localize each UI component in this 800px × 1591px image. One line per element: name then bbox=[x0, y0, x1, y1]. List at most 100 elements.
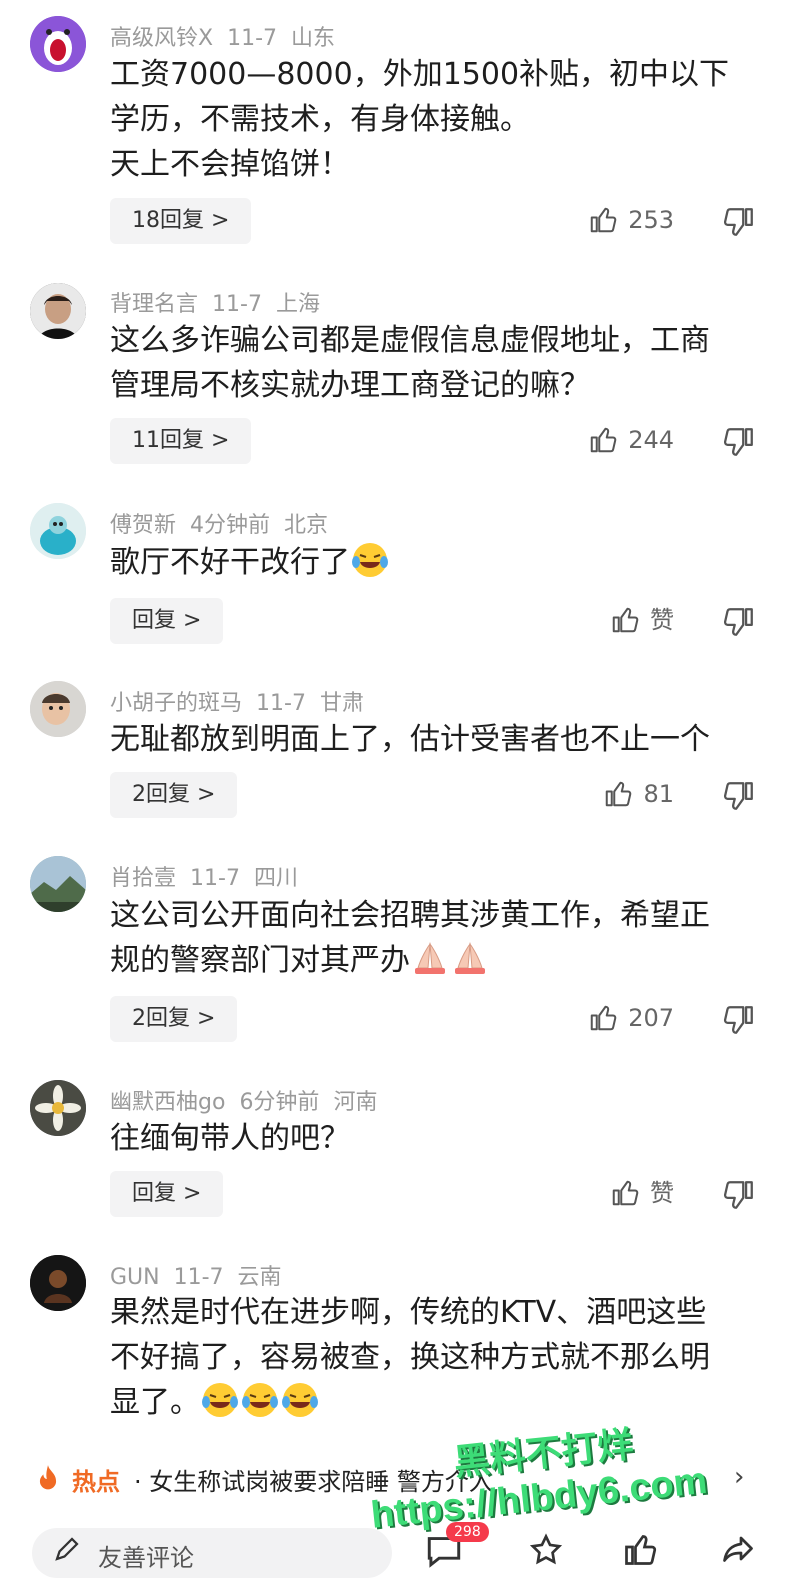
username[interactable]: 幽默西柚go bbox=[110, 1090, 225, 1115]
comment-text: 往缅甸带人的吧？ bbox=[110, 1116, 760, 1161]
username[interactable]: 小胡子的斑马 bbox=[110, 691, 242, 716]
comment-line: 无耻都放到明面上了，估计受害者也不止一个 bbox=[110, 722, 710, 757]
laughing-crying-emoji-icon bbox=[352, 543, 388, 577]
view-replies-button[interactable]: 2回复 > bbox=[110, 996, 238, 1042]
chevron-right-icon[interactable]: › bbox=[734, 1462, 744, 1492]
comment-location: 上海 bbox=[275, 292, 320, 317]
comment-meta: 幽默西柚go 6分钟前 河南 bbox=[110, 1084, 391, 1116]
screaming-face-avatar-image bbox=[30, 16, 86, 72]
bottom-action-bar: 友善评论 298 bbox=[0, 1516, 800, 1578]
comment-line: 显了。 bbox=[110, 1385, 200, 1420]
comment-meta: 肖拾壹 11-7 四川 bbox=[110, 860, 312, 892]
comment-location: 甘肃 bbox=[319, 691, 364, 716]
comment-text: 这么多诈骗公司都是虚假信息虚假地址，工商 管理局不核实就办理工商登记的嘛？ bbox=[110, 318, 760, 408]
thumbs-up-icon bbox=[590, 207, 617, 233]
view-replies-button[interactable]: 11回复 > bbox=[110, 418, 252, 464]
thumbs-down-icon[interactable] bbox=[722, 602, 756, 642]
thumbs-up-icon bbox=[590, 1005, 617, 1031]
username[interactable]: 肖拾壹 bbox=[110, 866, 176, 891]
comment-date: 4分钟前 bbox=[190, 513, 271, 538]
man-portrait-avatar-image bbox=[30, 283, 86, 339]
thumbs-down-icon[interactable] bbox=[722, 1000, 756, 1040]
comment-location: 四川 bbox=[253, 866, 298, 891]
comment-meta: GUN 11-7 云南 bbox=[110, 1259, 296, 1291]
avatar[interactable] bbox=[30, 681, 86, 737]
comment-date: 6分钟前 bbox=[239, 1090, 320, 1115]
like-button[interactable]: 赞 bbox=[610, 1173, 674, 1213]
comment-location: 山东 bbox=[291, 26, 336, 51]
comment-line: 不好搞了，容易被查，换这种方式就不那么明 bbox=[110, 1340, 710, 1375]
comment-location: 云南 bbox=[237, 1265, 282, 1290]
comment-line: 规的警察部门对其严办 bbox=[110, 943, 410, 978]
comment-text: 歌厅不好干改行了 bbox=[110, 540, 760, 585]
thumbs-up-icon bbox=[590, 427, 617, 453]
username[interactable]: 高级风铃X bbox=[110, 26, 213, 51]
comment-line: 这么多诈骗公司都是虚假信息虚假地址，工商 bbox=[110, 323, 710, 358]
like-count: 207 bbox=[628, 1004, 674, 1032]
comment-location: 北京 bbox=[284, 513, 329, 538]
like-button[interactable]: 253 bbox=[588, 200, 674, 240]
comment-line: 这公司公开面向社会招聘其涉黄工作，希望正 bbox=[110, 898, 710, 933]
avatar[interactable] bbox=[30, 503, 86, 559]
comment-text: 工资7000—8000，外加1500补贴，初中以下 学历，不需技术，有身体接触。… bbox=[110, 52, 760, 187]
view-replies-button[interactable]: 2回复 > bbox=[110, 772, 238, 818]
view-replies-button[interactable]: 18回复 > bbox=[110, 198, 252, 244]
comment-location: 河南 bbox=[333, 1090, 378, 1115]
like-label: 赞 bbox=[650, 1179, 674, 1207]
thumbs-up-icon bbox=[612, 1180, 639, 1206]
comment-text: 果然是时代在进步啊，传统的KTV、酒吧这些 不好搞了，容易被查，换这种方式就不那… bbox=[110, 1290, 760, 1425]
hot-topic-text[interactable]: · 女生称试岗被要求陪睡 警方介入 bbox=[134, 1462, 493, 1497]
thumbs-up-icon bbox=[612, 607, 639, 633]
comment-date: 11-7 bbox=[256, 691, 306, 716]
praying-hands-emoji-icon bbox=[455, 942, 485, 974]
comment-line: 管理局不核实就办理工商登记的嘛？ bbox=[110, 368, 590, 403]
comment-line: 工资7000—8000，外加1500补贴，初中以下 bbox=[110, 57, 730, 92]
dark-figure-avatar-image bbox=[30, 1255, 86, 1311]
avatar[interactable] bbox=[30, 1255, 86, 1311]
baby-photo-avatar-image bbox=[30, 681, 86, 737]
comment-line: 天上不会掉馅饼！ bbox=[110, 147, 350, 182]
comment-meta: 背理名言 11-7 上海 bbox=[110, 286, 334, 318]
laughing-crying-emoji-icon bbox=[242, 1383, 278, 1417]
thumbs-down-icon[interactable] bbox=[722, 422, 756, 462]
thumbs-down-icon[interactable] bbox=[722, 1175, 756, 1215]
thumbs-down-icon[interactable] bbox=[722, 776, 756, 816]
reply-button[interactable]: 回复 > bbox=[110, 1171, 224, 1217]
comment-meta: 傅贺新 4分钟前 北京 bbox=[110, 507, 342, 539]
comment-text: 这公司公开面向社会招聘其涉黄工作，希望正 规的警察部门对其严办 bbox=[110, 893, 760, 983]
comment-meta: 小胡子的斑马 11-7 甘肃 bbox=[110, 685, 378, 717]
comment-line: 果然是时代在进步啊，传统的KTV、酒吧这些 bbox=[110, 1295, 707, 1330]
like-button[interactable]: 赞 bbox=[610, 600, 674, 640]
comment-count-badge: 298 bbox=[446, 1522, 489, 1542]
hot-label: 热点 bbox=[72, 1468, 120, 1496]
laughing-crying-emoji-icon bbox=[202, 1383, 238, 1417]
flower-avatar-image bbox=[30, 1080, 86, 1136]
comment-line: 歌厅不好干改行了 bbox=[110, 545, 350, 580]
like-count: 81 bbox=[643, 780, 674, 808]
like-count: 244 bbox=[628, 426, 674, 454]
avatar[interactable] bbox=[30, 1080, 86, 1136]
like-button[interactable]: 207 bbox=[588, 998, 674, 1038]
reply-button[interactable]: 回复 > bbox=[110, 598, 224, 644]
comment-text: 无耻都放到明面上了，估计受害者也不止一个 bbox=[110, 717, 760, 762]
praying-hands-emoji-icon bbox=[415, 942, 445, 974]
like-button[interactable]: 81 bbox=[603, 774, 674, 814]
comment-line: 往缅甸带人的吧？ bbox=[110, 1121, 350, 1156]
comment-date: 11-7 bbox=[173, 1265, 224, 1290]
username[interactable]: GUN bbox=[110, 1265, 160, 1290]
like-button[interactable]: 244 bbox=[588, 420, 674, 460]
thumbs-down-icon[interactable] bbox=[722, 202, 756, 242]
hot-topic-bar[interactable]: 热点 · 女生称试岗被要求陪睡 警方介入 › bbox=[0, 1452, 800, 1504]
comment-meta: 高级风铃X 11-7 山东 bbox=[110, 20, 349, 52]
comment-input[interactable] bbox=[32, 1528, 392, 1578]
avatar[interactable] bbox=[30, 16, 86, 72]
pencil-icon bbox=[55, 1537, 79, 1561]
username[interactable]: 背理名言 bbox=[110, 292, 198, 317]
comment-line: 学历，不需技术，有身体接触。 bbox=[110, 102, 530, 137]
laughing-crying-emoji-icon bbox=[282, 1383, 318, 1417]
thumbs-up-icon bbox=[606, 781, 632, 807]
landscape-avatar-image bbox=[30, 856, 86, 912]
avatar[interactable] bbox=[30, 283, 86, 339]
avatar[interactable] bbox=[30, 856, 86, 912]
username[interactable]: 傅贺新 bbox=[110, 513, 176, 538]
